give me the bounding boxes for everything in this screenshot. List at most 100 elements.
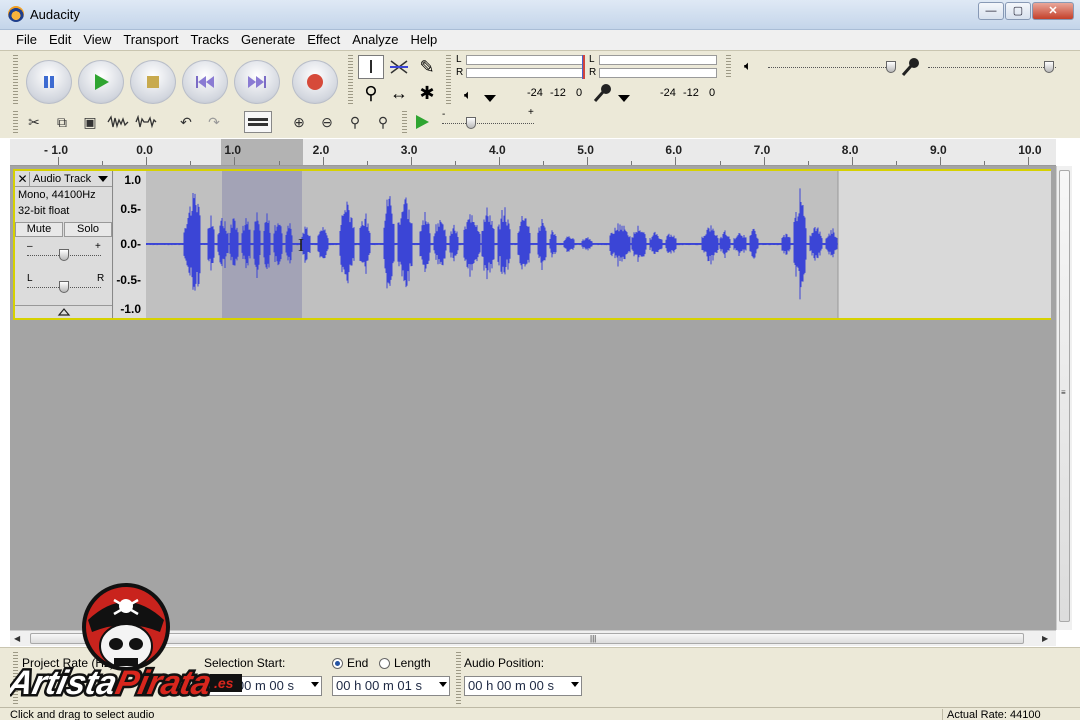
window-title: Audacity [30, 7, 80, 22]
meter-scale-label: -12 [550, 87, 566, 99]
waveform-display[interactable]: I [146, 171, 1051, 318]
play-at-speed-button[interactable] [410, 111, 434, 133]
record-meter-left[interactable] [599, 55, 717, 65]
record-meter-right-label: R [589, 67, 597, 78]
record-meter-menu-arrow[interactable] [618, 95, 630, 102]
menu-view[interactable]: View [77, 30, 117, 50]
track-header: ✕ Audio Track [15, 171, 112, 187]
meter-toolbar: L R L R 🔈︎ -24 -12 0 -24 -12 0 [452, 53, 724, 107]
copy-button[interactable]: ⧉ [50, 111, 74, 133]
time-shift-tool[interactable]: ↔ [386, 81, 412, 105]
track-name-menu[interactable]: Audio Track [33, 173, 91, 185]
draw-tool[interactable]: ✎ [414, 55, 440, 79]
ruler-label: 6.0 [665, 143, 683, 157]
length-radio[interactable] [379, 658, 390, 669]
menu-tracks[interactable]: Tracks [184, 30, 235, 50]
input-volume-thumb[interactable] [1044, 61, 1054, 73]
pause-button[interactable] [26, 60, 72, 104]
output-volume-slider[interactable] [768, 67, 894, 69]
minimize-button[interactable]: — [978, 2, 1004, 20]
toolbar-grip[interactable] [348, 55, 353, 105]
mute-button[interactable]: Mute [15, 222, 63, 237]
sync-lock-button[interactable] [244, 111, 272, 133]
selection-tool[interactable]: I [358, 55, 384, 79]
ruler-label: 3.0 [400, 143, 418, 157]
input-volume-slider[interactable] [928, 67, 1056, 69]
paste-button[interactable]: ▣ [78, 111, 102, 133]
dropdown-arrow-icon[interactable] [311, 682, 319, 687]
meter-scale-label: -24 [527, 87, 543, 99]
zoom-out-button[interactable]: ⊖ [315, 111, 339, 133]
skip-to-end-button[interactable] [234, 60, 280, 104]
menu-effect[interactable]: Effect [301, 30, 346, 50]
close-button[interactable]: ✕ [1032, 2, 1074, 20]
track-panel[interactable]: ✕ Audio Track Mono, 44100Hz 32-bit float… [10, 166, 1056, 630]
menu-file[interactable]: File [10, 30, 43, 50]
toolbar-grip[interactable] [402, 111, 407, 133]
track-close-button[interactable]: ✕ [16, 172, 30, 186]
playback-meter-right-label: R [456, 67, 464, 78]
audio-track[interactable]: ✕ Audio Track Mono, 44100Hz 32-bit float… [13, 169, 1051, 320]
fit-selection-icon: ⚲ [349, 113, 361, 130]
zoom-in-button[interactable]: ⊕ [287, 111, 311, 133]
playback-meter-menu-arrow[interactable] [484, 95, 496, 102]
gain-slider-thumb[interactable] [59, 249, 69, 261]
fit-project-button[interactable]: ⚲ [371, 111, 395, 133]
skip-to-start-button[interactable] [182, 60, 228, 104]
multi-tool[interactable]: ✱ [414, 81, 440, 105]
menu-analyze[interactable]: Analyze [346, 30, 404, 50]
menu-generate[interactable]: Generate [235, 30, 301, 50]
ruler-label: 0.0 [136, 143, 153, 157]
dropdown-arrow-icon[interactable] [439, 682, 447, 687]
track-menu-arrow-icon[interactable] [98, 176, 108, 182]
envelope-tool[interactable] [386, 55, 412, 79]
ruler-tick [675, 157, 677, 165]
dropdown-arrow-icon[interactable] [571, 682, 579, 687]
play-speed-thumb[interactable] [466, 117, 476, 129]
output-volume-thumb[interactable] [886, 61, 896, 73]
ruler-tick [454, 161, 456, 165]
silence-button[interactable] [134, 111, 158, 133]
redo-button[interactable]: ↷ [202, 111, 226, 133]
menu-help[interactable]: Help [404, 30, 443, 50]
ruler-tick [587, 157, 589, 165]
meter-scale-label: -24 [660, 87, 676, 99]
playback-meter-right[interactable] [466, 68, 584, 78]
fit-selection-button[interactable]: ⚲ [343, 111, 367, 133]
record-button[interactable] [292, 60, 338, 104]
speaker-icon[interactable]: 🔈︎ [464, 87, 472, 103]
track-collapse-button[interactable] [15, 305, 112, 318]
cut-button[interactable]: ✂ [22, 111, 46, 133]
selection-end-field[interactable]: 00 h 00 m 01 s [332, 676, 450, 696]
microphone-icon[interactable] [592, 83, 614, 103]
record-meter-right[interactable] [599, 68, 717, 78]
playback-meter-left[interactable] [466, 55, 584, 65]
timeline-ruler[interactable]: - 1.0 0.0 1.0 2.0 3.0 4.0 5.0 6.0 7.0 8.0 9.0 10.0 [10, 139, 1056, 166]
meter-scale-label: -12 [683, 87, 699, 99]
menu-edit[interactable]: Edit [43, 30, 77, 50]
scroll-right-arrow-icon[interactable]: ▶ [1042, 634, 1048, 643]
paste-icon: ▣ [83, 113, 97, 130]
ruler-tick [102, 161, 104, 165]
play-button[interactable] [78, 60, 124, 104]
solo-button[interactable]: Solo [64, 222, 112, 237]
toolbar-grip[interactable] [456, 652, 461, 704]
ruler-tick [895, 161, 897, 165]
pan-slider-thumb[interactable] [59, 281, 69, 293]
vertical-scrollbar[interactable]: ≡ [1056, 166, 1072, 630]
meter-scale-label: 0 [576, 87, 583, 99]
stop-button[interactable] [130, 60, 176, 104]
toolbar-grip[interactable] [446, 55, 451, 105]
trim-button[interactable] [106, 111, 130, 133]
maximize-button[interactable]: ▢ [1005, 2, 1031, 20]
ruler-label: 8.0 [841, 143, 859, 157]
undo-button[interactable]: ↶ [174, 111, 198, 133]
scale-label: -0.5- [116, 273, 141, 287]
sync-lock-icon [248, 118, 268, 126]
audio-position-field[interactable]: 00 h 00 m 00 s [464, 676, 582, 696]
end-radio[interactable] [332, 658, 343, 669]
menu-transport[interactable]: Transport [117, 30, 184, 50]
clip-indicator [582, 55, 585, 79]
zoom-tool[interactable]: ⚲ [358, 81, 384, 105]
play-speed-slider[interactable] [442, 123, 534, 125]
